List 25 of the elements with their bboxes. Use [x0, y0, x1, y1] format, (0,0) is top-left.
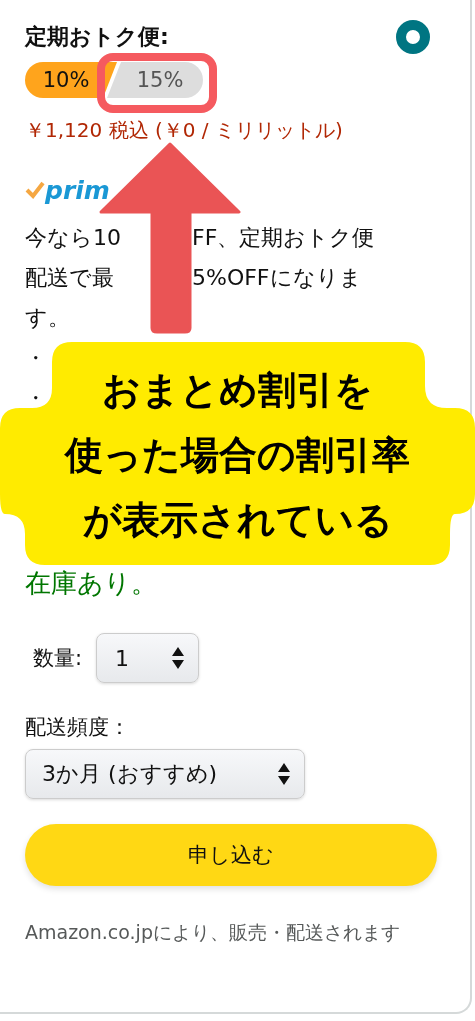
frequency-label: 配送頻度： [25, 714, 130, 741]
description-text: 5%OFFになりま [192, 264, 363, 292]
radio-icon[interactable] [396, 20, 430, 54]
callout-text: が表示されている [82, 497, 393, 544]
description-text: 今なら10 [25, 224, 122, 252]
bullet-text: ・ [25, 345, 46, 372]
subscribe-button[interactable]: 申し込む [25, 824, 437, 886]
quantity-label: 数量: [33, 645, 83, 672]
frequency-select[interactable]: 3か月 (おすすめ) [25, 749, 305, 799]
check-icon [25, 181, 45, 199]
prime-logo: prim [45, 175, 110, 205]
bullet-text: ・ [25, 385, 46, 412]
stepper-icon [278, 762, 290, 786]
discount-tier[interactable]: 15% [107, 62, 203, 98]
callout-text: 使った場合の割引率 [65, 432, 410, 479]
price-text: ￥1,120 税込 (￥0 / ミリリットル) [25, 118, 343, 142]
description-text: す。 [25, 304, 71, 332]
description-text: FF、定期おトク便 [192, 224, 375, 252]
seller-note: Amazon.co.jpにより、販売・配送されます [25, 920, 401, 945]
stepper-icon [172, 646, 185, 670]
stock-status: 在庫あり。 [25, 568, 157, 598]
callout-text: おまとめ割引を [102, 367, 373, 414]
quantity-select[interactable]: 1 [96, 633, 200, 683]
description-text: 配送で最 [25, 264, 115, 292]
subscribe-save-title: 定期おトク便: [25, 23, 169, 51]
